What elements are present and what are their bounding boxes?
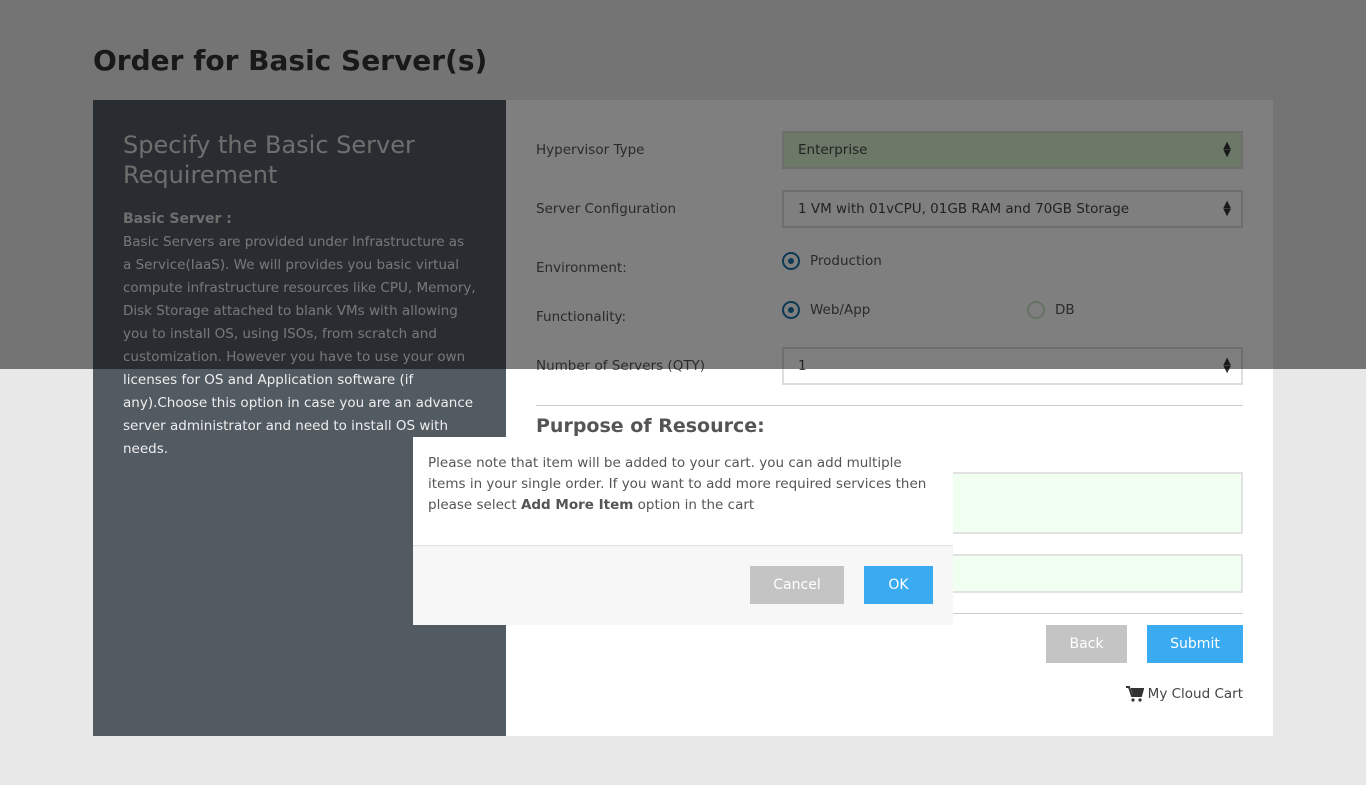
dialog-footer: Cancel OK — [413, 545, 953, 625]
cart-icon — [1125, 686, 1144, 702]
back-button[interactable]: Back — [1046, 625, 1127, 663]
dialog-text: option in the cart — [633, 497, 755, 513]
ok-button[interactable]: OK — [864, 566, 933, 604]
divider — [536, 405, 1243, 406]
modal-backdrop — [0, 0, 1366, 369]
confirm-dialog: Please note that item will be added to y… — [413, 437, 953, 625]
submit-button[interactable]: Submit — [1147, 625, 1243, 663]
dialog-bold-text: Add More Item — [520, 497, 634, 513]
cancel-button[interactable]: Cancel — [750, 566, 844, 604]
my-cloud-cart-link[interactable]: My Cloud Cart — [1125, 686, 1243, 702]
purpose-heading: Purpose of Resource: — [536, 415, 765, 437]
dialog-message: Please note that item will be added to y… — [413, 437, 953, 532]
cart-label: My Cloud Cart — [1147, 686, 1243, 702]
